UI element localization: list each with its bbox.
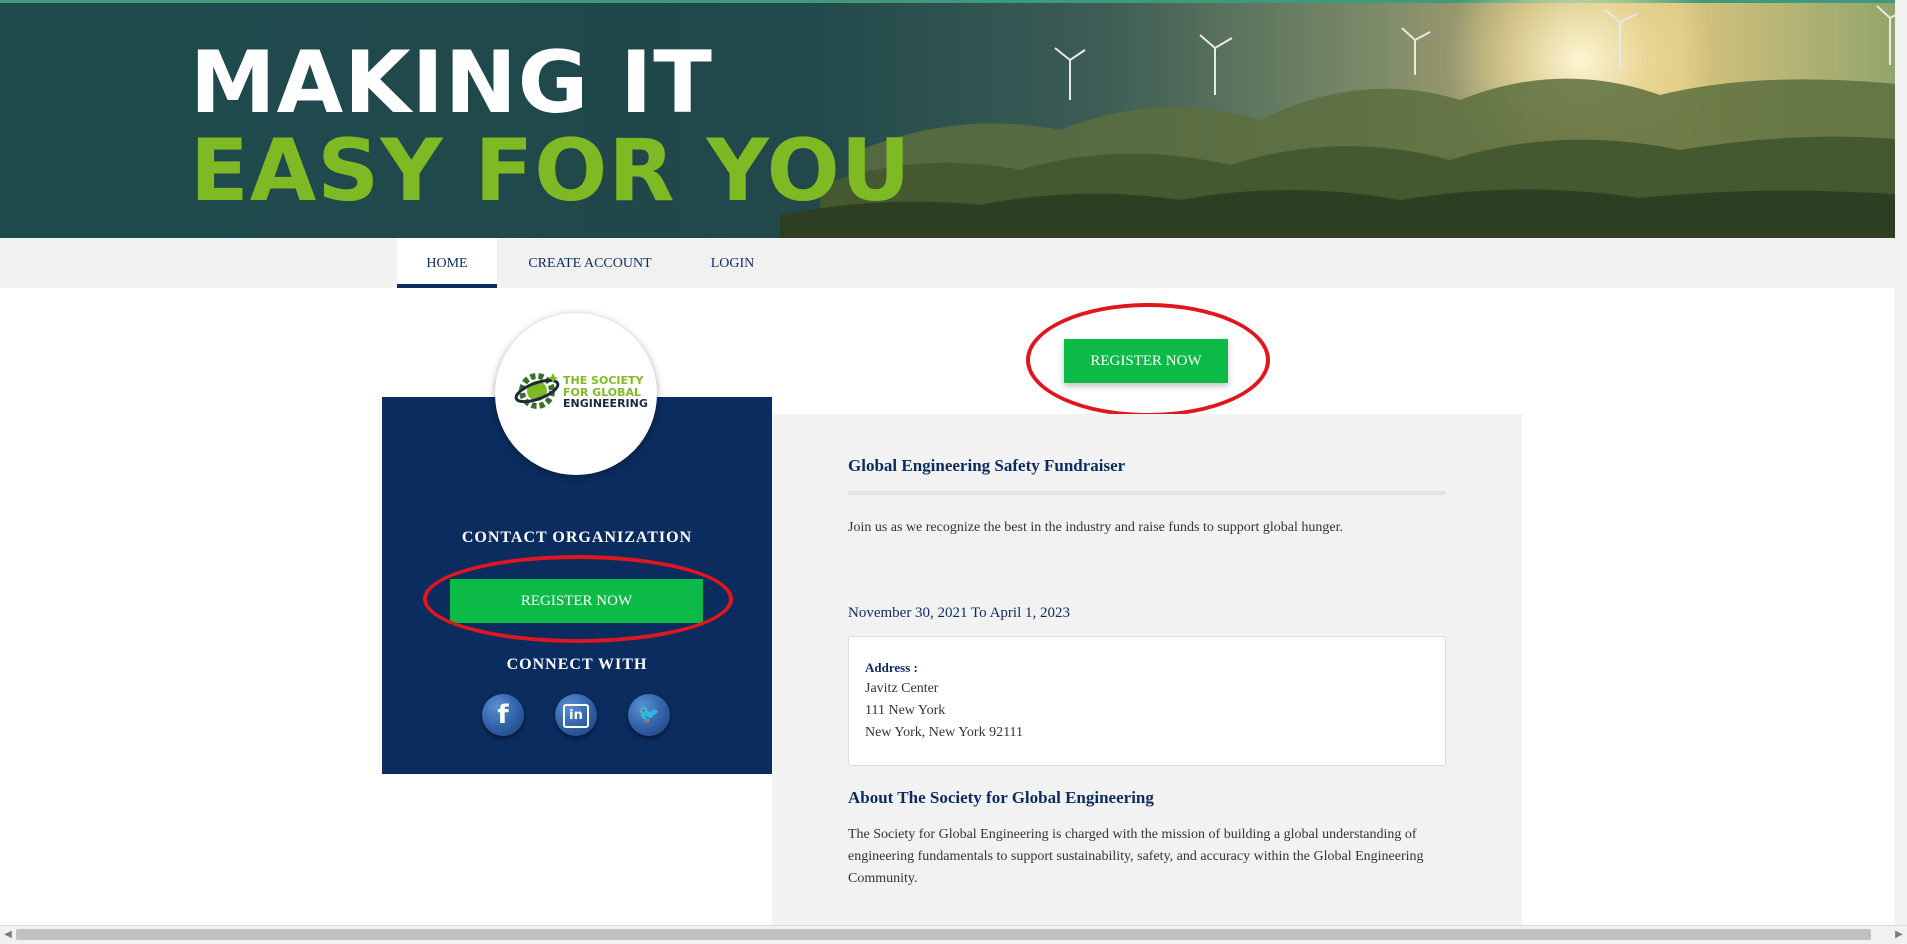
address-label: Address : xyxy=(865,660,918,675)
about-title: About The Society for Global Engineering xyxy=(848,788,1154,807)
register-now-button-top[interactable]: REGISTER NOW xyxy=(1064,339,1228,383)
address-card: Address : Javitz Center 111 New York New… xyxy=(848,636,1446,766)
horizontal-scrollbar[interactable]: ◀ ▶ xyxy=(0,925,1907,944)
event-title-divider xyxy=(848,491,1446,495)
event-description: Join us as we recognize the best in the … xyxy=(848,520,1343,535)
event-dates: November 30, 2021 To April 1, 2023 xyxy=(848,605,1070,621)
gear-globe-icon xyxy=(514,373,560,409)
address-line-street: 111 New York xyxy=(865,703,946,718)
facebook-icon[interactable]: f xyxy=(482,694,524,736)
nav-home[interactable]: HOME xyxy=(397,238,497,288)
about-text: The Society for Global Engineering is ch… xyxy=(848,827,1424,886)
register-now-button-panel[interactable]: REGISTER NOW xyxy=(450,579,703,623)
event-title: Global Engineering Safety Fundraiser xyxy=(848,456,1126,475)
main-nav: HOME CREATE ACCOUNT LOGIN xyxy=(0,238,1907,288)
contact-organization-heading: CONTACT ORGANIZATION xyxy=(461,529,693,546)
address-line-city: New York, New York 92111 xyxy=(865,725,1024,740)
facebook-glyph: f xyxy=(497,700,509,730)
vertical-scrollbar[interactable] xyxy=(1895,0,1907,925)
horizontal-scrollbar-thumb[interactable] xyxy=(16,929,1871,940)
address-line-venue: Javitz Center xyxy=(865,681,939,696)
connect-with-heading: CONNECT WITH xyxy=(506,656,648,673)
logo-line1: THE SOCIETY xyxy=(563,374,644,387)
hero-headline-line1: MAKING IT xyxy=(190,33,713,133)
logo-text: THE SOCIETY FOR GLOBAL ENGINEERING xyxy=(563,375,648,410)
linkedin-icon[interactable]: in xyxy=(555,694,597,736)
twitter-icon[interactable]: 🐦 xyxy=(628,694,670,736)
nav-login[interactable]: LOGIN xyxy=(690,238,775,288)
nav-create-account[interactable]: CREATE ACCOUNT xyxy=(510,238,670,288)
twitter-glyph: 🐦 xyxy=(637,704,661,725)
linkedin-glyph: in xyxy=(563,703,589,728)
hero-banner: MAKING IT EASY FOR YOU xyxy=(0,0,1907,238)
hero-headline-line2: EASY FOR YOU xyxy=(190,121,912,221)
scroll-right-arrow-icon[interactable]: ▶ xyxy=(1893,928,1905,942)
logo-line3: ENGINEERING xyxy=(563,397,648,410)
scroll-left-arrow-icon[interactable]: ◀ xyxy=(2,928,14,942)
organization-logo: THE SOCIETY FOR GLOBAL ENGINEERING xyxy=(495,313,657,475)
